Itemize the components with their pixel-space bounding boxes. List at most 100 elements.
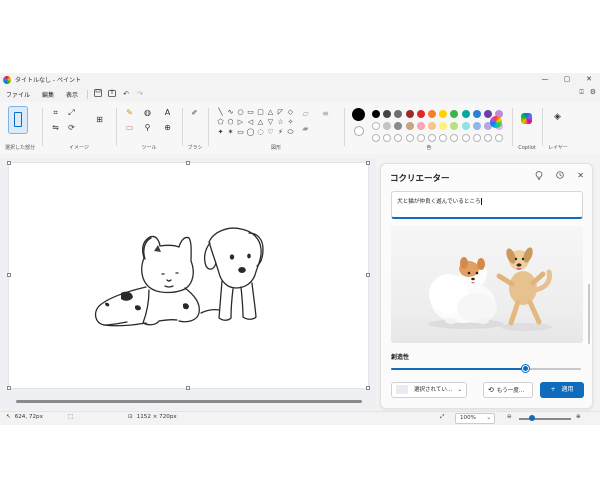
canvas-resize-handle[interactable] (186, 161, 190, 165)
zoom-out-icon[interactable]: ⊖ (507, 414, 512, 420)
window-title: タイトルなし - ペイント (15, 77, 81, 84)
custom-color-slot[interactable] (472, 134, 481, 142)
color-swatch[interactable] (461, 122, 470, 130)
color-swatch[interactable] (461, 110, 470, 118)
canvas-resize-handle[interactable] (366, 386, 370, 390)
fit-to-window-icon[interactable]: ⤢ (440, 414, 444, 421)
custom-color-slot[interactable] (372, 134, 380, 142)
zoom-slider[interactable] (519, 418, 571, 420)
retry-button[interactable]: ⟲ もう一度… (483, 382, 533, 398)
flip-icon[interactable]: ⇋ (50, 122, 61, 133)
line-width-icon[interactable]: ≡ (320, 108, 331, 119)
apply-button[interactable]: + 適用 (540, 382, 584, 398)
color-swatch[interactable] (428, 110, 436, 118)
secondary-color[interactable] (354, 126, 364, 136)
canvas-resize-handle[interactable] (7, 273, 11, 277)
group-layers: ◈ レイヤー (544, 104, 572, 152)
custom-color-slot[interactable] (416, 134, 425, 142)
horizontal-scrollbar[interactable] (16, 400, 362, 403)
primary-color[interactable] (352, 108, 365, 121)
menu-edit[interactable]: 編集 (36, 90, 60, 99)
ribbon: 選択した部分 ⌗ ⤢ ⇋ ⟳ ⊞ イメージ ✎ ◍ A ▭ ⚲ ⊕ ツール ✐ … (0, 102, 600, 154)
cursor-position-value: 624, 72px (14, 414, 43, 420)
creativity-slider-thumb[interactable] (522, 365, 530, 372)
resize-icon[interactable]: ⤢ (66, 107, 77, 118)
selection-tool-button[interactable] (8, 106, 28, 134)
color-picker-icon[interactable]: ⚲ (142, 122, 153, 133)
pencil-icon[interactable]: ✎ (124, 107, 135, 118)
copilot-icon[interactable] (521, 113, 532, 124)
zoom-select[interactable]: 100% ⌄ (455, 413, 495, 424)
cursor-arrow-icon: ↖ (6, 414, 11, 420)
brush-icon[interactable]: ✐ (189, 108, 200, 119)
settings-icon[interactable]: ⚙ (590, 88, 596, 97)
image-creator-icon[interactable]: ⊞ (94, 114, 105, 125)
drawing-canvas[interactable] (9, 163, 368, 388)
shape-fill-icon[interactable]: ▰ (300, 123, 311, 134)
magnifier-icon[interactable]: ⊕ (162, 122, 173, 133)
prompt-input[interactable]: 犬と猫が仲良く遊んでいるところ (391, 191, 583, 219)
save-icon[interactable] (91, 89, 105, 99)
maximize-button[interactable]: ▢ (556, 73, 578, 86)
group-label-shapes: 図形 (270, 145, 281, 151)
shape-option[interactable]: ▭ (236, 127, 245, 138)
color-swatch[interactable] (372, 110, 380, 118)
fill-icon[interactable]: ◍ (142, 107, 153, 118)
style-select-button[interactable]: 選択されてい… ⌄ (391, 382, 467, 398)
color-swatch[interactable] (405, 122, 414, 130)
shape-option[interactable]: ◌ (256, 127, 265, 138)
canvas-resize-handle[interactable] (186, 386, 190, 390)
canvas-resize-handle[interactable] (7, 386, 11, 390)
layers-icon[interactable]: ◈ (552, 112, 563, 123)
custom-color-slot[interactable] (428, 134, 436, 142)
menu-divider (87, 89, 89, 99)
zoom-in-icon[interactable]: ⊕ (576, 414, 581, 420)
color-swatch[interactable] (472, 122, 481, 130)
rotate-icon[interactable]: ⟳ (66, 122, 77, 133)
text-icon[interactable]: A (162, 107, 173, 118)
crop-icon[interactable]: ⌗ (50, 107, 61, 118)
color-swatch[interactable] (472, 110, 481, 118)
shape-option[interactable]: ⚡ (276, 127, 285, 138)
minimize-button[interactable]: — (534, 73, 556, 86)
color-swatch[interactable] (405, 110, 414, 118)
shape-option[interactable]: ◯ (246, 127, 255, 138)
edit-colors-icon[interactable] (490, 116, 502, 128)
paint-app-icon (3, 75, 11, 84)
custom-color-slot[interactable] (461, 134, 470, 142)
shape-option[interactable]: ♡ (266, 127, 275, 138)
custom-color-slot[interactable] (484, 134, 492, 142)
group-selection: 選択した部分 (0, 104, 40, 152)
undo-icon[interactable]: ↶ (119, 90, 133, 98)
shape-option[interactable]: ✦ (216, 127, 225, 138)
custom-color-slot[interactable] (405, 134, 414, 142)
eraser-icon[interactable]: ▭ (124, 122, 135, 133)
account-icon[interactable]: ⍗ (580, 88, 584, 97)
close-window-button[interactable]: ✕ (578, 73, 600, 86)
chevron-down-icon: ⌄ (457, 387, 462, 393)
color-swatch[interactable] (372, 122, 380, 130)
redo-icon[interactable]: ↷ (133, 90, 147, 98)
shape-option[interactable]: ⬭ (286, 127, 295, 138)
shape-outline-icon[interactable]: ▱ (300, 108, 311, 119)
window-controls: — ▢ ✕ (534, 73, 600, 86)
close-icon[interactable]: ✕ (577, 171, 584, 182)
creativity-slider[interactable] (391, 365, 581, 372)
ribbon-divider (542, 108, 543, 146)
canvas-resize-handle[interactable] (7, 161, 11, 165)
paint-window: タイトルなし - ペイント — ▢ ✕ ファイル 編集 表示 ↶ ↷ ⍗ ⚙ 選… (0, 73, 600, 425)
lightbulb-icon[interactable] (535, 171, 543, 182)
share-icon[interactable] (105, 89, 119, 99)
canvas-resize-handle[interactable] (366, 273, 370, 277)
zoom-slider-thumb[interactable] (529, 415, 535, 421)
color-swatch[interactable] (416, 110, 425, 118)
generated-image[interactable] (391, 226, 583, 343)
panel-scrollbar[interactable] (588, 284, 590, 344)
canvas-resize-handle[interactable] (366, 161, 370, 165)
color-swatch[interactable] (416, 122, 425, 130)
shape-option[interactable]: ✶ (226, 127, 235, 138)
menu-view[interactable]: 表示 (60, 90, 84, 99)
color-swatch[interactable] (428, 122, 436, 130)
history-icon[interactable] (556, 171, 564, 182)
menu-file[interactable]: ファイル (0, 90, 36, 99)
